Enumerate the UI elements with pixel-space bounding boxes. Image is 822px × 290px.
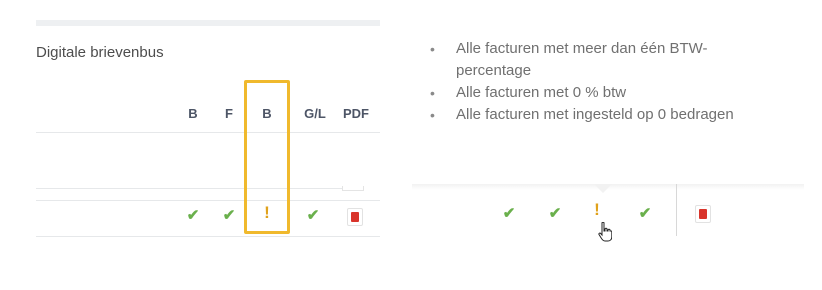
pdf-icon[interactable] (347, 208, 363, 226)
check-icon: ✔ (222, 207, 236, 224)
check-icon: ✔ (548, 205, 562, 222)
column-header-f[interactable]: F (222, 106, 236, 121)
column-header-pdf[interactable]: PDF (339, 106, 373, 121)
check-icon: ✔ (186, 207, 200, 224)
panel-title: Digitale brievenbus (36, 44, 164, 61)
right-panel: • Alle facturen met meer dan één BTW-perc… (412, 0, 812, 260)
check-icon: ✔ (306, 207, 320, 224)
tooltip-item: • Alle facturen met ingesteld op 0 bedrag… (430, 106, 734, 123)
warning-icon[interactable]: ! (590, 200, 604, 220)
row-divider-top (36, 188, 342, 189)
tooltip-arrow (594, 184, 612, 193)
check-icon: ✔ (638, 205, 652, 222)
left-panel: Digitale brievenbus B F B G/L PDF ✔ ✔ ! … (36, 0, 380, 250)
pdf-icon[interactable] (695, 205, 711, 223)
table-row[interactable]: ✔ ✔ ! ✔ (36, 200, 380, 236)
tooltip-item: • Alle facturen met meer dan één BTW-perc… (430, 40, 708, 79)
previous-row-cell-edge (342, 186, 364, 191)
hand-cursor-icon (598, 222, 612, 242)
row-divider-bottom (36, 236, 380, 237)
table-row-zoomed[interactable]: ✔ ✔ ! ✔ (412, 196, 812, 236)
column-highlight-box (244, 80, 290, 234)
check-icon: ✔ (502, 205, 516, 222)
table-header: B F B G/L PDF (36, 100, 380, 132)
tooltip-list: • Alle facturen met meer dan één BTW-perc… (426, 38, 766, 126)
column-header-gl[interactable]: G/L (300, 106, 330, 121)
tooltip-item: • Alle facturen met 0 % btw (430, 84, 627, 101)
header-divider (36, 132, 380, 133)
top-strip (36, 20, 380, 26)
column-header-b[interactable]: B (186, 106, 200, 121)
